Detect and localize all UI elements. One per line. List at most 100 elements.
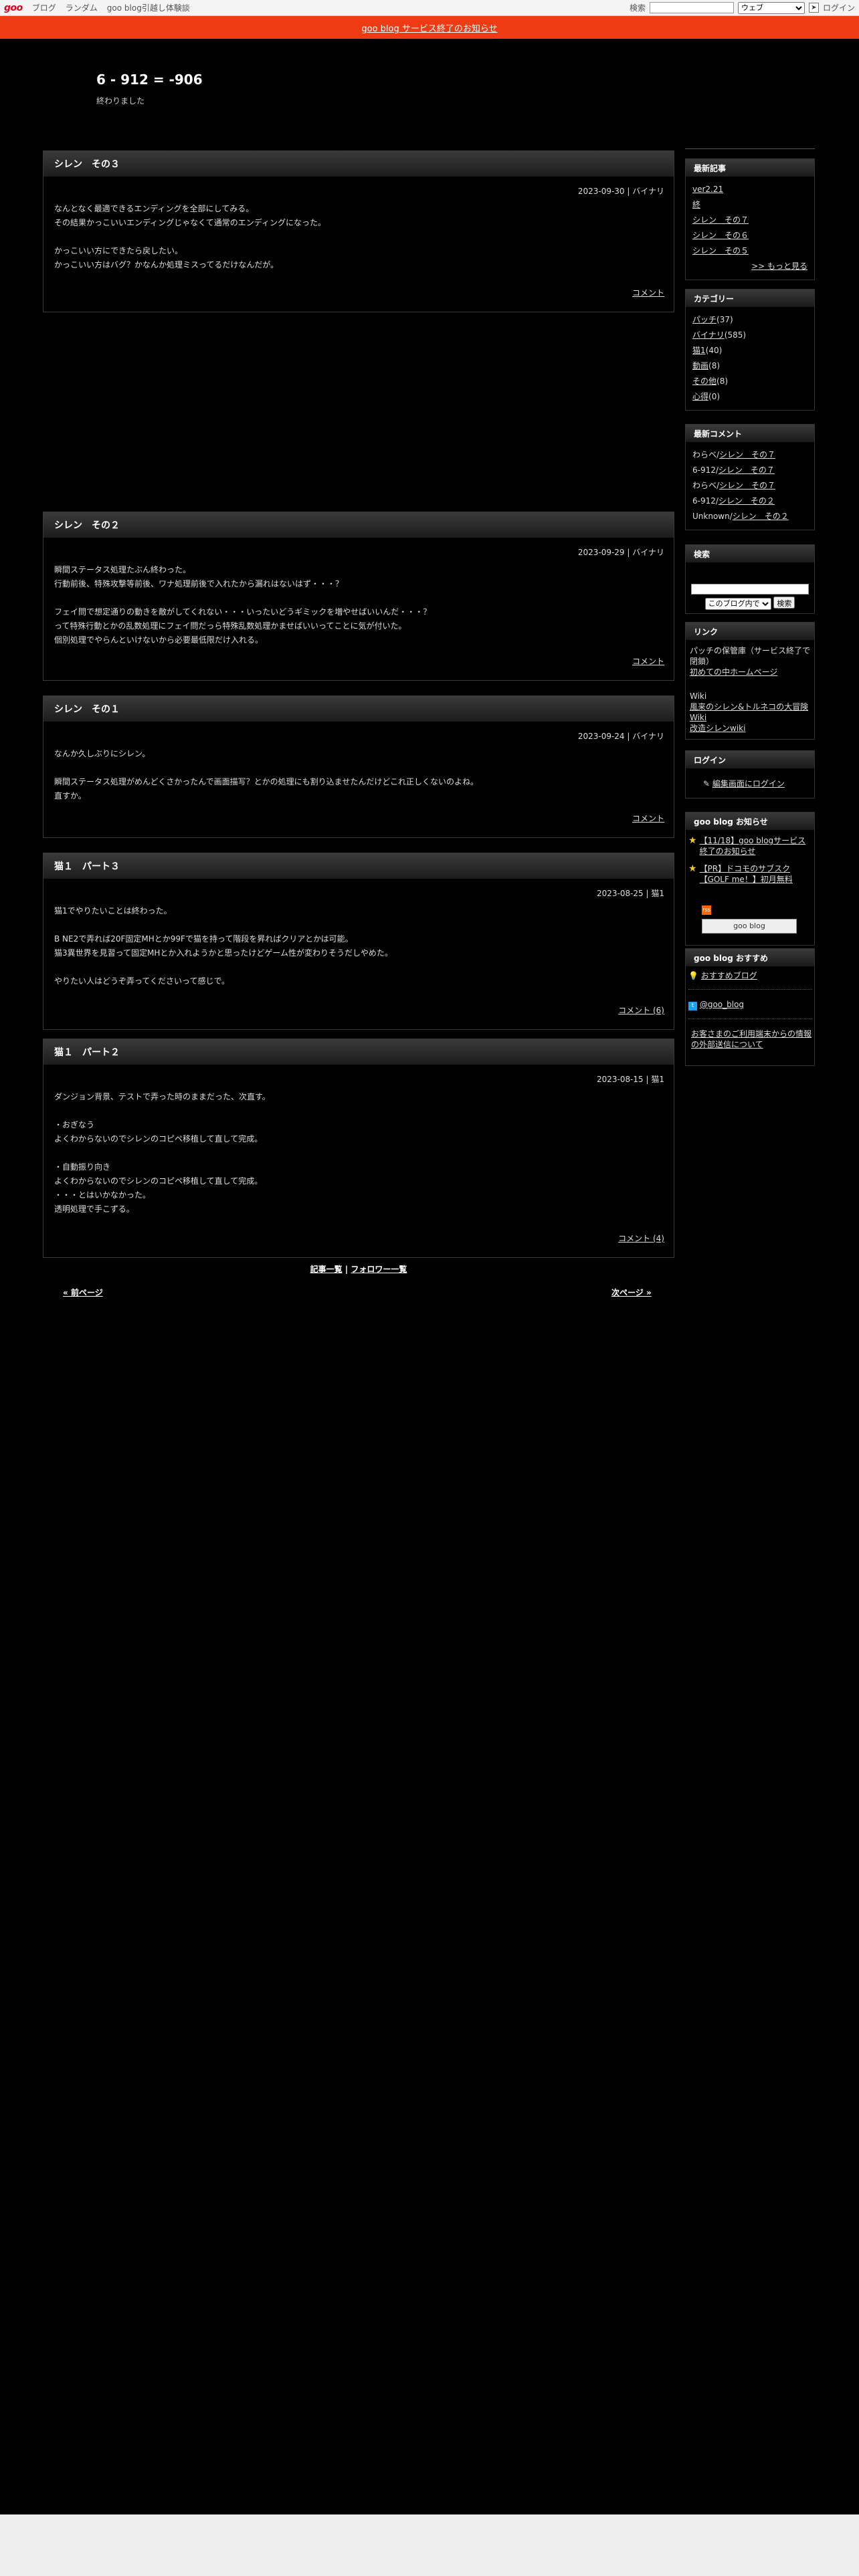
blog-search-button[interactable]: 検索 [773, 597, 795, 609]
post-title[interactable]: シレン その２ [43, 512, 674, 538]
recent-post-link[interactable]: シレン その７ [692, 215, 749, 225]
post-line [54, 761, 663, 775]
search-input[interactable] [649, 2, 734, 13]
category-count: (0) [708, 392, 721, 401]
post-body: なんとなく最適できるエンディングを全部にしてみる。 その結果かっこいいエンディン… [43, 202, 674, 272]
widget-title: リンク [686, 623, 814, 640]
category-link[interactable]: 猫1 [692, 346, 706, 355]
post-line: 直すか。 [54, 791, 86, 800]
pencil-icon: ✎ [703, 779, 710, 788]
prev-page: « 前ページ [63, 1287, 103, 1298]
prev-page-link[interactable]: « 前ページ [63, 1288, 103, 1297]
post-title[interactable]: シレン その３ [43, 151, 674, 177]
post-line: ・自動振り向き [54, 1162, 111, 1172]
link-homepage[interactable]: 初めての中ホームページ [690, 667, 777, 677]
recent-post-link[interactable]: ver2.21 [692, 185, 723, 194]
comment-link[interactable]: コメント [632, 813, 664, 824]
news-link[interactable]: 【PR】ドコモのサブスク【GOLF me！】初月無料 [700, 863, 812, 885]
post-line: なんとなく最適できるエンディングを全部にしてみる。 [54, 204, 254, 213]
nav-link-migration[interactable]: goo blog引越し体験談 [107, 2, 190, 13]
post-line: ・・・とはいかなかった。 [54, 1190, 151, 1200]
post-meta: 2023-08-25 | 猫1 [596, 889, 664, 898]
entry-list-link[interactable]: 記事一覧 [310, 1265, 343, 1274]
post-line: その結果かっこいいエンディングじゃなくて通常のエンディングになった。 [54, 218, 326, 227]
star-icon: ★ [688, 835, 697, 846]
post-line: かっこいい方はバグ？かなんか処理ミスってるだけなんだが。 [54, 260, 279, 270]
post-line: 猫1でやりたいことは終わった。 [54, 906, 172, 916]
post-line [54, 918, 663, 932]
list-links: 記事一覧 | フォロワー一覧 [0, 1263, 717, 1275]
rss-icon[interactable]: rss [702, 905, 711, 915]
list-separator: | [342, 1265, 351, 1274]
follower-list-link[interactable]: フォロワー一覧 [351, 1265, 407, 1274]
search-go-icon[interactable]: ➤ [808, 3, 819, 13]
comment-post-link[interactable]: シレン その７ [719, 481, 775, 490]
category-link[interactable]: 心得 [692, 392, 708, 401]
post-line [54, 1146, 663, 1160]
goo-logo[interactable]: goo [4, 3, 23, 13]
post-body: なんか久しぶりにシレン。 瞬間ステータス処理がめんどくさかったんで画面描写？とか… [43, 747, 674, 803]
widget-title: 検索 [686, 545, 814, 562]
star-icon: ★ [688, 863, 697, 874]
category-count: (8) [708, 361, 721, 370]
post-meta: 2023-08-15 | 猫1 [596, 1075, 664, 1084]
comment-post-link[interactable]: シレン その７ [719, 450, 775, 459]
commenter: わらベ/ [692, 481, 720, 490]
service-notice-link[interactable]: goo blog サービス終了のお知らせ [361, 21, 497, 34]
post-title[interactable]: 猫１ パート３ [43, 853, 674, 879]
comment-post-link[interactable]: シレン その２ [733, 512, 789, 521]
nav-link-random[interactable]: ランダム [66, 2, 98, 13]
goo-blog-badge[interactable]: goo blog [702, 919, 797, 934]
category-count: (40) [705, 346, 723, 355]
post-line: って特殊行動とかの乱数処理にフェイ問だっら特殊乱数処理かませばいいってことに気が… [54, 621, 407, 631]
post-title[interactable]: シレン その１ [43, 696, 674, 722]
post-line: 透明処理で手こずる。 [54, 1204, 134, 1214]
search-label: 検索 [629, 3, 646, 13]
blog-search-input[interactable] [691, 584, 809, 595]
widget-title: ログイン [686, 751, 814, 768]
link-shiren-wiki[interactable]: 風来のシレン&トルネコの大冒険 Wiki [690, 702, 808, 722]
editor-login-link[interactable]: 編集画面にログイン [712, 779, 785, 788]
service-notice-banner: goo blog サービス終了のお知らせ [0, 16, 859, 39]
links-desc: パッチの保管庫（サービス終了で閉鎖） [690, 646, 811, 666]
login-link[interactable]: ログイン [823, 2, 855, 13]
post-line: B NE2で弄れば20F固定MHとか99Fで猫を持って階段を昇ればクリアとかは可… [54, 934, 353, 944]
comment-link[interactable]: コメント (6) [618, 1004, 664, 1016]
goo-news-widget: goo blog お知らせ ★ 【11/18】goo blogサービス終了のお知… [685, 812, 815, 946]
twitter-link[interactable]: @goo_blog [700, 1000, 744, 1009]
comment-link[interactable]: コメント (4) [618, 1232, 664, 1244]
recent-post-link[interactable]: シレン その５ [692, 246, 749, 255]
comment-post-link[interactable]: シレン その２ [719, 496, 775, 506]
recent-post-link[interactable]: シレン その６ [692, 231, 749, 240]
recommend-blog-link[interactable]: おすすめブログ [701, 971, 757, 980]
post-title[interactable]: 猫１ パート２ [43, 1039, 674, 1065]
more-posts-link[interactable]: >> もっと見る [751, 261, 807, 271]
category-link[interactable]: その他 [692, 377, 717, 386]
comment-link[interactable]: コメント [632, 655, 664, 667]
post-line: やりたい人はどうぞ弄ってくださいって感じで。 [54, 976, 229, 986]
blog-title[interactable]: 6 - 912 = -906 [96, 72, 203, 88]
next-page-link[interactable]: 次ページ » [611, 1288, 652, 1297]
comment-post-link[interactable]: シレン その７ [719, 465, 775, 475]
category-link[interactable]: パッチ [692, 315, 717, 324]
recent-post-link[interactable]: 終 [692, 200, 700, 209]
blog-subtitle: 終わりました [96, 96, 145, 106]
category-link[interactable]: 動画 [692, 361, 708, 370]
top-bar: goo ブログ ランダム goo blog引越し体験談 検索 ウェブ ➤ ログイ… [0, 0, 859, 16]
category-widget: カテゴリー パッチ(37) バイナリ(585) 猫1(40) 動画(8) その他… [685, 289, 815, 411]
post-line [54, 230, 663, 244]
category-link[interactable]: バイナリ [692, 330, 725, 340]
widget-title: 最新記事 [686, 159, 814, 177]
post-line: 瞬間ステータス処理たぶん終わった。 [54, 565, 191, 574]
post-line [54, 591, 663, 605]
external-transmission-link[interactable]: お客さまのご利用端末からの情報の外部送信について [691, 1029, 812, 1049]
search-scope-select[interactable]: ウェブ [737, 1, 805, 14]
category-count: (585) [724, 330, 747, 340]
nav-link-blog[interactable]: ブログ [32, 2, 56, 13]
post-entry: シレン その２ 2023-09-29 | バイナリ 瞬間ステータス処理たぶん終わ… [43, 512, 674, 681]
category-count: (8) [717, 377, 729, 386]
blog-search-scope[interactable]: このブログ内で [704, 598, 771, 610]
news-link[interactable]: 【11/18】goo blogサービス終了のお知らせ [700, 835, 812, 857]
link-kaizou-wiki[interactable]: 改造シレンwiki [690, 724, 745, 733]
comment-link[interactable]: コメント [632, 287, 664, 298]
